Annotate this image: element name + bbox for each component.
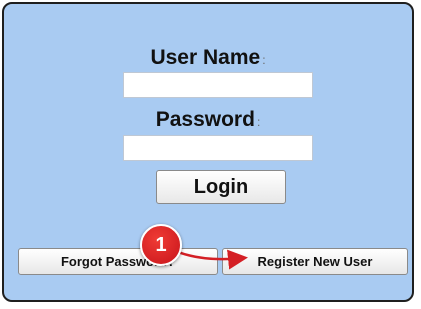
register-new-user-button[interactable]: Register New User [222,248,408,275]
username-label-row: User Name: [4,46,412,72]
username-label: User Name [150,46,261,69]
username-colon: : [262,53,266,67]
login-panel: User Name: Password: Login Forgot Passwo… [2,2,414,302]
login-button[interactable]: Login [156,170,286,204]
username-input[interactable] [123,72,313,98]
password-colon: : [256,115,261,129]
forgot-password-button[interactable]: Forgot Password? [18,248,218,275]
password-label: Password [155,108,255,131]
password-input[interactable] [123,135,313,161]
step-number-badge: 1 [140,224,182,266]
password-label-row: Password: [4,108,412,134]
